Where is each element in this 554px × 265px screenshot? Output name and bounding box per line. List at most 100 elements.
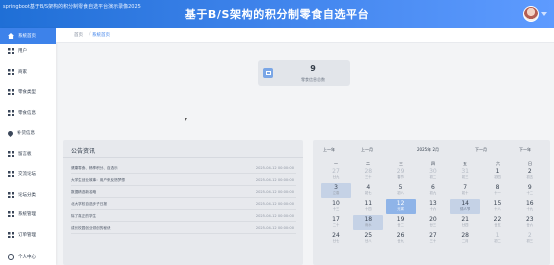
announcement-date: 2025-04-12 00:00:00: [255, 214, 294, 218]
sidebar-item-restock[interactable]: 补货信息: [0, 125, 56, 141]
calendar-day[interactable]: 13 十六: [418, 199, 448, 214]
calendar-day[interactable]: 21 廿四: [450, 215, 480, 230]
avatar[interactable]: [523, 6, 539, 22]
calendar-day[interactable]: 17 二十: [321, 215, 351, 230]
calendar-day[interactable]: 11 十四: [353, 199, 383, 214]
app-title: 基于B/S架构的积分制零食自选平台: [184, 8, 370, 21]
calendar-day-lunar: 初七: [365, 191, 372, 195]
calendar-day[interactable]: 14 情人节: [450, 199, 481, 214]
calendar-day[interactable]: 28 三十: [353, 167, 383, 182]
user-icon: [8, 254, 14, 260]
sidebar-item-message-board[interactable]: 留言板: [0, 146, 56, 162]
calendar-day[interactable]: 28 二月: [450, 231, 480, 246]
sidebar-item-merchants[interactable]: 商家: [0, 64, 56, 80]
list-item[interactable]: 健康零食、畅享积分、自选乐 2025-04-12 00:00:00: [71, 164, 296, 174]
sidebar-item-snack-types[interactable]: 零食类型: [0, 84, 56, 100]
sidebar-item-orders[interactable]: 订单管理: [0, 227, 56, 243]
calendar-day-lunar: 春节: [397, 175, 404, 179]
sidebar-item-label: 补货信息: [17, 131, 35, 136]
calendar-day-number: 4: [366, 184, 371, 191]
announcement-date: 2025-04-12 00:00:00: [255, 190, 294, 194]
calendar-day-lunar: 情人节: [460, 207, 471, 211]
calendar-day[interactable]: 22 廿五: [483, 215, 513, 230]
list-item[interactable]: 除了真正的学生 2025-04-12 00:00:00: [71, 212, 296, 222]
calendar-day[interactable]: 5 初八: [386, 183, 416, 198]
sidebar-item-label: 零食类型: [18, 90, 36, 95]
calendar-day[interactable]: 24 廿七: [321, 231, 351, 246]
grid-icon: [8, 211, 14, 217]
calendar-day[interactable]: 15 十八: [483, 199, 513, 214]
calendar-day[interactable]: 2 初五: [515, 167, 545, 182]
calendar-day[interactable]: 25 廿八: [353, 231, 383, 246]
sidebar-item-users[interactable]: 用户: [0, 43, 56, 59]
calendar-day[interactable]: 3 立春: [321, 183, 351, 198]
calendar-day[interactable]: 16 十九: [515, 199, 545, 214]
calendar-day[interactable]: 29 春节: [386, 167, 416, 182]
sidebar-item-forum-categories[interactable]: 论坛分类: [0, 187, 56, 203]
calendar-day[interactable]: 10 十三: [321, 199, 351, 214]
calendar-day[interactable]: 2 初三: [515, 231, 545, 246]
prev-month-button[interactable]: 上一月: [361, 147, 373, 153]
grid-icon: [8, 171, 14, 177]
announcement-title: 除了真正的学生: [71, 214, 97, 218]
announcements-panel: 公告资讯 健康零食、畅享积分、自选乐 2025-04-12 00:00:00 大…: [63, 140, 303, 265]
calendar-day-lunar: 初三: [461, 175, 469, 179]
sidebar-item-label: 留言板: [18, 152, 32, 157]
announcement-title: 数据精选新名略: [71, 190, 97, 194]
calendar-day-lunar: 二十: [332, 223, 340, 227]
prev-year-button[interactable]: 上一年: [323, 147, 335, 153]
calendar-day-number: 26: [396, 232, 405, 239]
calendar-day[interactable]: 9 十二: [515, 183, 545, 198]
calendar-day[interactable]: 1 初四: [483, 167, 513, 182]
calendar-day-lunar: 初三: [526, 239, 534, 243]
calendar-day-lunar: 十八: [494, 207, 501, 211]
chevron-down-icon[interactable]: [541, 12, 547, 16]
calendar-day-number: 11: [364, 200, 373, 207]
calendar-day-number: 20: [429, 216, 437, 223]
calendar-day[interactable]: 26 廿九: [386, 231, 416, 246]
calendar-day-lunar: 立春: [332, 191, 340, 195]
calendar-day[interactable]: 20 廿三: [418, 215, 448, 230]
top-header: springboot基于B/S架构的积分制零食自选平台演示录像2025 基于B/…: [0, 0, 554, 28]
sidebar-item-forum[interactable]: 交流论坛: [0, 166, 56, 182]
sidebar-item-home[interactable]: 系统首页: [0, 28, 56, 44]
user-center-button[interactable]: 个人中心: [0, 249, 56, 265]
calendar-day[interactable]: 27 廿九: [321, 167, 351, 182]
calendar-day[interactable]: 19 廿二: [386, 215, 416, 230]
sidebar-item-snack-info[interactable]: 零食信息: [0, 105, 56, 121]
sidebar-item-label: 零食信息: [18, 111, 36, 116]
calendar-day-number: 6: [430, 184, 435, 191]
calendar-day[interactable]: 30 初二: [418, 167, 448, 182]
calendar-day-lunar: 元宵: [397, 207, 404, 211]
calendar-day-number: 7: [463, 184, 468, 191]
calendar-day[interactable]: 6 初九: [418, 183, 448, 198]
calendar-day[interactable]: 18 雨水: [353, 215, 384, 230]
calendar-day-lunar: 初二: [494, 239, 501, 243]
list-item[interactable]: 数据精选新名略 2025-04-12 00:00:00: [71, 188, 296, 198]
calendar-day[interactable]: 27 三十: [418, 231, 448, 246]
calendar-day-number: 24: [332, 232, 340, 239]
calendar-day[interactable]: 31 初三: [450, 167, 480, 182]
breadcrumb: 首页 / 系统首页: [56, 28, 554, 43]
calendar-day[interactable]: 4 初七: [353, 183, 383, 198]
announcement-date: 2025-04-12 00:00:00: [255, 178, 294, 182]
breadcrumb-home[interactable]: 首页: [74, 32, 83, 38]
calendar-day[interactable]: 8 十一: [483, 183, 513, 198]
breadcrumb-current: 系统首页: [92, 33, 110, 38]
grid-icon: [8, 48, 14, 54]
calendar-day-lunar: 廿五: [494, 223, 501, 227]
calendar-day[interactable]: 12 元宵: [385, 199, 416, 214]
next-year-button[interactable]: 下一年: [519, 147, 531, 153]
calendar-day[interactable]: 7 初十: [450, 183, 480, 198]
sidebar-item-label: 订单管理: [18, 233, 36, 238]
next-month-button[interactable]: 下一月: [475, 147, 487, 153]
list-item[interactable]: 成长校园创业领创的秘诀 2025-04-12 00:00:00: [71, 224, 296, 234]
sidebar-item-label: 商家: [18, 70, 27, 75]
sidebar-item-system-management[interactable]: 系统管理: [0, 206, 56, 222]
list-item[interactable]: 大学生创业故事：用户来反馈梦想 2025-04-12 00:00:00: [71, 176, 296, 186]
calendar-day[interactable]: 1 初二: [483, 231, 513, 246]
calendar-day[interactable]: 23 廿六: [515, 215, 545, 230]
calendar-day-lunar: 十一: [494, 191, 501, 195]
calendar-day-lunar: 二月: [461, 239, 469, 243]
list-item[interactable]: 北大学校自选步子日报 2025-04-12 00:00:00: [71, 200, 296, 210]
